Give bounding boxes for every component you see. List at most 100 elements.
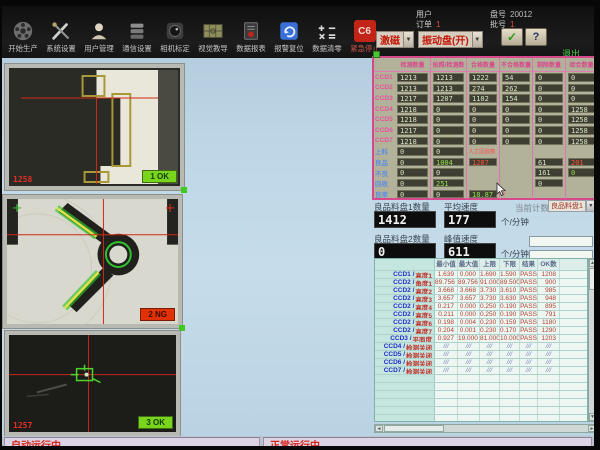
horizontal-scrollbar[interactable]: ◄ ► <box>374 424 594 433</box>
measure-row: CCD3 /平面度0.92719.00081.00010.000PASS1203 <box>375 335 587 343</box>
system-settings-button[interactable]: 系统设置 <box>42 20 79 54</box>
tray-no-value: 20012 <box>510 10 532 19</box>
measure-col-header: 结果 <box>520 259 538 270</box>
chevron-down-icon[interactable]: ▼ <box>586 200 594 212</box>
scroll-down-icon[interactable]: ▼ <box>589 413 594 421</box>
measure-value <box>480 407 500 414</box>
stats-cell: 0 <box>467 136 500 147</box>
stats-cell: 274 <box>467 83 500 94</box>
measure-value: /// <box>435 343 458 350</box>
measure-value: /// <box>538 343 560 350</box>
excitation-dropdown[interactable]: 激磁 ▼ <box>376 31 414 48</box>
measure-value: /// <box>480 351 500 358</box>
measure-value: /// <box>520 367 538 374</box>
stats-value: 0 <box>397 168 428 177</box>
camera-2-result-badge: 2 NG <box>140 308 175 321</box>
stats-col-header: 检测数量 <box>395 58 431 71</box>
measure-value <box>560 415 587 422</box>
scroll-right-icon[interactable]: ► <box>588 425 594 432</box>
toolbar-label: 报警复位 <box>274 43 303 53</box>
stats-row: CCD7121800001258 <box>374 136 594 147</box>
measure-value: 0.217 <box>435 303 458 310</box>
stats-cell: 0 <box>533 72 566 83</box>
chevron-down-icon[interactable]: ▼ <box>472 31 483 48</box>
data-report-button[interactable]: 数据报表 <box>232 20 269 54</box>
camera-3-result-badge: 3 OK <box>138 416 173 429</box>
calculator-ops-icon <box>316 20 338 42</box>
stats-row: 良品01004128761201 <box>374 157 594 168</box>
measure-empty-row <box>375 383 587 391</box>
scroll-left-icon[interactable]: ◄ <box>375 425 383 432</box>
toolbar: 开始生产 系统设置 用户管理 通信设置 <box>2 6 594 58</box>
stats-value: 0 <box>433 168 464 177</box>
measure-ccd-label: CCD4 / <box>384 343 405 350</box>
stats-value: 0 <box>535 84 563 93</box>
vibration-tray-dropdown[interactable]: 振动盘(开) ▼ <box>418 31 483 48</box>
measure-value: 3.730 <box>480 295 500 302</box>
stats-row-label: CCD5 <box>374 116 395 123</box>
stats-value: 0 <box>469 126 497 135</box>
scroll-thumb[interactable] <box>589 268 594 290</box>
measure-value: 1203 <box>538 335 560 342</box>
stats-value: 1217 <box>397 94 428 103</box>
measure-value: PASS <box>520 279 538 286</box>
vision-teaching-button[interactable]: 视觉教导 <box>194 20 231 54</box>
start-production-button[interactable]: 开始生产 <box>4 20 41 54</box>
measure-value: 1.590 <box>500 271 520 278</box>
measure-row-label: CCD2 /高度4 <box>375 303 435 310</box>
stats-value: 1222 <box>469 73 497 82</box>
measure-row-label <box>375 391 435 398</box>
measure-value: PASS <box>520 311 538 318</box>
stats-cell: 1213 <box>395 72 431 83</box>
stats-value: 1213 <box>433 84 464 93</box>
measure-ccd-label: CCD2 / <box>393 295 414 302</box>
data-clear-button[interactable]: 数据清零 <box>308 20 345 54</box>
measurement-grid: 最小值最大值上限值下限值结果OK数CCD1 /高度11.6390.0001.69… <box>375 259 587 422</box>
stats-row: CCD11213121312225400 <box>374 72 594 83</box>
camera-view-2: 2 NG <box>2 194 183 329</box>
stats-value: 1004 <box>433 158 464 167</box>
calibration-grid-icon <box>202 20 224 42</box>
measure-value: 0.250 <box>480 303 500 310</box>
status-bar: 自动运行中...... 正常运行中 <box>2 436 594 446</box>
stats-value: 0 <box>433 137 464 146</box>
stats-cell: 0 <box>500 125 533 136</box>
tray-input-1[interactable] <box>529 236 593 247</box>
measure-value: 0.250 <box>480 311 500 318</box>
measure-item-label: 角度1 <box>415 279 432 286</box>
chevron-down-icon[interactable]: ▼ <box>403 31 414 48</box>
stats-cell: 1218 <box>395 104 431 115</box>
alarm-reset-button[interactable]: 报警复位 <box>270 20 307 54</box>
stats-value: 0 <box>397 147 428 156</box>
measure-col-header: 下限值 <box>500 259 520 270</box>
measure-value: 3.668 <box>435 287 458 294</box>
measure-row-label: CCD2 /高度3 <box>375 295 435 302</box>
confirm-button[interactable]: ✓ <box>501 28 523 46</box>
scroll-up-icon[interactable]: ▲ <box>589 259 594 267</box>
measure-value <box>500 415 520 422</box>
measure-value: 81.000 <box>480 335 500 342</box>
measure-value <box>480 399 500 406</box>
stats-cell: 1102 <box>467 93 500 104</box>
scroll-thumb[interactable] <box>384 425 444 432</box>
camera-1-result-badge: 1 OK <box>142 170 177 183</box>
stats-cell: 1287 <box>467 157 500 168</box>
vertical-scrollbar[interactable]: ▲ ▼ <box>588 258 594 422</box>
camera-calibration-button[interactable]: 相机标定 <box>156 20 193 54</box>
help-button[interactable]: ? <box>525 28 547 46</box>
measure-value <box>458 383 480 390</box>
stats-row: CCD4121800001258 <box>374 104 594 115</box>
user-management-button[interactable]: 用户管理 <box>80 20 117 54</box>
comm-settings-button[interactable]: 通信设置 <box>118 20 155 54</box>
stats-row: CCD312171207110215400 <box>374 93 594 104</box>
current-tray-dropdown[interactable]: 良品料盘1 ▼ <box>548 200 594 212</box>
measure-ccd-label: CCD3 / <box>390 335 411 342</box>
measure-value <box>500 391 520 398</box>
measure-ccd-label: CCD2 / <box>393 279 414 286</box>
measure-value <box>480 391 500 398</box>
measure-value: 0.190 <box>500 311 520 318</box>
stats-cell: 1213 <box>431 83 467 94</box>
measure-ccd-label: CCD7 / <box>384 367 405 374</box>
measure-value: 3.668 <box>458 287 480 294</box>
toolbar-label: 数据清零 <box>312 43 341 53</box>
